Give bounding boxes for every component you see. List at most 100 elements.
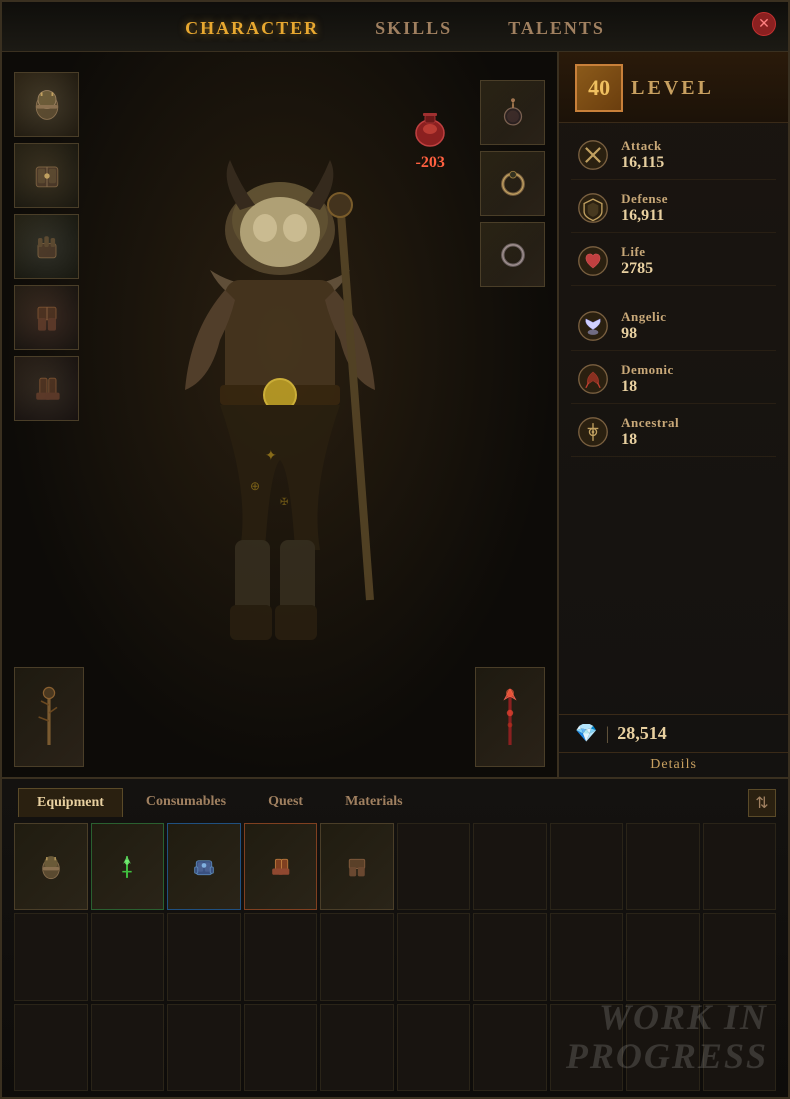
- inv-cell-empty[interactable]: [626, 1004, 700, 1091]
- inv-cell-empty[interactable]: [91, 1004, 165, 1091]
- level-label: LEVEL: [631, 77, 714, 100]
- inv-cell-empty[interactable]: [244, 1004, 318, 1091]
- slot-legs[interactable]: [14, 285, 79, 350]
- attack-icon: [575, 137, 611, 173]
- tab-materials[interactable]: Materials: [326, 787, 422, 817]
- inv-cell-empty[interactable]: [320, 913, 394, 1000]
- tab-talents[interactable]: TALENTS: [500, 14, 613, 43]
- slot-gloves[interactable]: [14, 214, 79, 279]
- angelic-text: Angelic 98: [621, 309, 666, 343]
- inv-cell-empty[interactable]: [320, 1004, 394, 1091]
- slot-weapon-right[interactable]: [475, 667, 545, 767]
- stats-panel: 40 LEVEL Attack 16,115: [559, 52, 788, 777]
- inv-cell-empty[interactable]: [167, 913, 241, 1000]
- inv-cell-empty[interactable]: [626, 823, 700, 910]
- top-nav: CHARACTER SKILLS TALENTS ✕: [2, 2, 788, 52]
- ancestral-value: 18: [621, 431, 679, 449]
- stat-defense: Defense 16,911: [571, 184, 776, 233]
- demonic-icon: [575, 361, 611, 397]
- inv-item-armor[interactable]: [167, 823, 241, 910]
- stat-angelic: Angelic 98: [571, 302, 776, 351]
- gold-icon: 💎: [575, 723, 597, 744]
- inv-cell-empty[interactable]: [703, 1004, 777, 1091]
- stats-list: Attack 16,115 Defense: [559, 123, 788, 714]
- attack-value: 16,115: [621, 154, 664, 172]
- slot-chest[interactable]: [14, 143, 79, 208]
- inventory-tabs: Equipment Consumables Quest Materials ⇅: [2, 779, 788, 817]
- slot-boots[interactable]: [14, 356, 79, 421]
- tab-character[interactable]: CHARACTER: [177, 14, 327, 43]
- inv-cell-empty[interactable]: [14, 913, 88, 1000]
- inv-item-weapon[interactable]: [91, 823, 165, 910]
- details-button[interactable]: Details: [559, 753, 788, 777]
- angelic-icon: [575, 308, 611, 344]
- defense-text: Defense 16,911: [621, 191, 668, 225]
- demonic-value: 18: [621, 378, 674, 396]
- level-area: 40 LEVEL: [559, 52, 788, 123]
- attack-name: Attack: [621, 138, 664, 154]
- gold-separator: |: [606, 723, 610, 744]
- tab-quest[interactable]: Quest: [249, 787, 322, 817]
- inventory-section: Equipment Consumables Quest Materials ⇅: [2, 777, 788, 1097]
- ancestral-icon: [575, 414, 611, 450]
- slot-ring2[interactable]: [480, 222, 545, 287]
- defense-name: Defense: [621, 191, 668, 207]
- tab-equipment[interactable]: Equipment: [18, 788, 123, 817]
- slot-weapon-left[interactable]: [14, 667, 84, 767]
- gold-area: 💎 | 28,514: [559, 714, 788, 753]
- defense-value: 16,911: [621, 207, 668, 225]
- game-window: CHARACTER SKILLS TALENTS ✕: [0, 0, 790, 1099]
- stat-attack: Attack 16,115: [571, 131, 776, 180]
- life-value: 2785: [621, 260, 653, 278]
- inv-cell-empty[interactable]: [550, 1004, 624, 1091]
- inv-cell-empty[interactable]: [91, 913, 165, 1000]
- demonic-text: Demonic 18: [621, 362, 674, 396]
- slot-ring1[interactable]: [480, 151, 545, 216]
- stat-demonic: Demonic 18: [571, 355, 776, 404]
- inv-item-boots[interactable]: [244, 823, 318, 910]
- character-image: ✦ ⊕ ✠: [90, 62, 469, 747]
- inv-item-legs[interactable]: [320, 823, 394, 910]
- inventory-grid: [2, 817, 788, 1097]
- inv-cell-empty[interactable]: [244, 913, 318, 1000]
- stat-ancestral: Ancestral 18: [571, 408, 776, 457]
- ancestral-text: Ancestral 18: [621, 415, 679, 449]
- gold-value: 28,514: [617, 723, 667, 744]
- inv-cell-empty[interactable]: [550, 823, 624, 910]
- close-button[interactable]: ✕: [752, 12, 776, 36]
- inv-cell-empty[interactable]: [473, 913, 547, 1000]
- demonic-name: Demonic: [621, 362, 674, 378]
- inv-cell-empty[interactable]: [473, 1004, 547, 1091]
- inv-cell-empty[interactable]: [14, 1004, 88, 1091]
- sort-button[interactable]: ⇅: [748, 789, 776, 817]
- ancestral-name: Ancestral: [621, 415, 679, 431]
- equip-slots-left: [14, 72, 79, 421]
- level-badge: 40: [575, 64, 623, 112]
- inv-cell-empty[interactable]: [397, 823, 471, 910]
- character-panel: -203: [2, 52, 559, 777]
- angelic-value: 98: [621, 325, 666, 343]
- inv-cell-empty[interactable]: [473, 823, 547, 910]
- equip-slots-right: -203: [480, 72, 545, 287]
- inv-cell-empty[interactable]: [397, 1004, 471, 1091]
- tab-skills[interactable]: SKILLS: [367, 14, 460, 43]
- inv-cell-empty[interactable]: [550, 913, 624, 1000]
- slot-helmet[interactable]: [14, 72, 79, 137]
- slot-amulet[interactable]: [480, 80, 545, 145]
- inv-cell-empty[interactable]: [626, 913, 700, 1000]
- life-icon: [575, 243, 611, 279]
- inv-cell-empty[interactable]: [703, 823, 777, 910]
- inv-cell-empty[interactable]: [167, 1004, 241, 1091]
- inv-item-helmet[interactable]: [14, 823, 88, 910]
- life-text: Life 2785: [621, 244, 653, 278]
- tab-consumables[interactable]: Consumables: [127, 787, 245, 817]
- attack-text: Attack 16,115: [621, 138, 664, 172]
- inv-cell-empty[interactable]: [703, 913, 777, 1000]
- svg-text:✠: ✠: [280, 497, 288, 508]
- main-content: -203: [2, 52, 788, 777]
- defense-icon: [575, 190, 611, 226]
- svg-text:✦: ✦: [265, 449, 277, 464]
- inv-cell-empty[interactable]: [397, 913, 471, 1000]
- life-name: Life: [621, 244, 653, 260]
- angelic-name: Angelic: [621, 309, 666, 325]
